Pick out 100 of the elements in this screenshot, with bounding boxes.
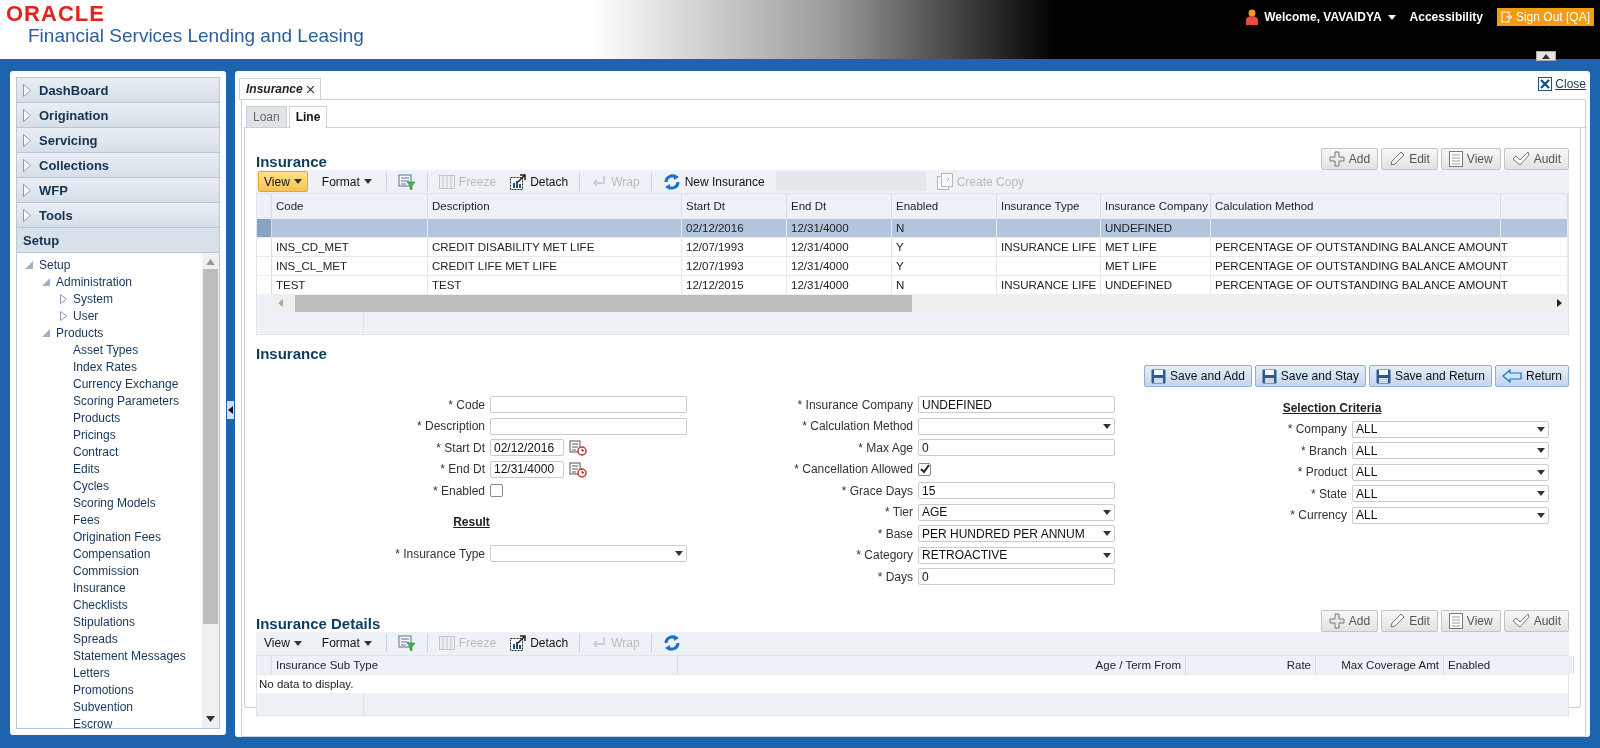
tree-item[interactable]: Statement Messages [73, 648, 186, 663]
tree-item[interactable]: Fees [73, 512, 100, 527]
tree-item[interactable]: Asset Types [73, 342, 139, 357]
tree-item[interactable]: Letters [73, 665, 110, 680]
tree-item[interactable]: Products [56, 325, 104, 340]
dropdown[interactable]: ALL [1352, 506, 1549, 524]
tree-item[interactable]: Currency Exchange [73, 376, 179, 391]
view-button[interactable]: View [1440, 148, 1501, 170]
welcome-menu[interactable]: Welcome, VAVAIDYA [1264, 10, 1382, 24]
tab[interactable]: Loan [246, 106, 287, 127]
return-button[interactable]: Return [1494, 365, 1569, 387]
scroll-right-icon[interactable] [1557, 299, 1562, 307]
add-button[interactable]: Add [1320, 148, 1379, 170]
tree-item[interactable]: System [73, 291, 113, 306]
tree-item[interactable]: Scoring Models [73, 495, 156, 510]
tree-item[interactable]: Setup [39, 257, 71, 272]
vertical-scrollbar[interactable] [202, 253, 219, 728]
accordion-header[interactable]: Setup [16, 228, 220, 253]
tree-item[interactable]: Index Rates [73, 359, 138, 374]
date-field[interactable]: 12/31/4000 [490, 460, 564, 478]
accordion-header[interactable]: WFP [16, 178, 220, 203]
accordion-header[interactable]: Collections [16, 153, 220, 178]
tree-item[interactable]: Commission [73, 563, 139, 578]
row-selector[interactable] [257, 219, 272, 237]
audit-button[interactable]: Audit [1503, 148, 1569, 170]
checkbox[interactable] [918, 462, 931, 476]
collapsed-triangle-icon[interactable] [59, 310, 67, 321]
dropdown[interactable]: ALL [1352, 485, 1549, 503]
tree-item[interactable]: Promotions [73, 682, 134, 697]
input-field[interactable]: 0 [918, 439, 1115, 457]
input-field[interactable]: 0 [918, 568, 1115, 586]
close-link[interactable]: Close [1538, 77, 1586, 91]
dropdown[interactable]: ALL [1352, 420, 1549, 438]
accordion-header[interactable]: DashBoard [16, 77, 220, 103]
collapsed-triangle-icon[interactable] [59, 293, 67, 304]
toolbar-button[interactable]: Detach [507, 173, 572, 190]
expanded-triangle-icon[interactable] [25, 260, 33, 269]
menu-button[interactable]: Format [315, 171, 378, 192]
menu-button[interactable]: Format [315, 632, 378, 654]
collapse-handle[interactable] [1536, 51, 1556, 61]
tree-item[interactable]: Administration [56, 274, 133, 289]
edit-button[interactable]: Edit [1381, 148, 1438, 170]
dropdown[interactable]: ALL [1352, 463, 1549, 481]
dropdown[interactable]: ALL [1352, 442, 1549, 460]
collapse-handle[interactable] [227, 400, 234, 419]
dropdown[interactable]: AGE [918, 503, 1115, 521]
scroll-down-icon[interactable] [206, 716, 215, 722]
checkbox[interactable] [490, 484, 503, 498]
save-button[interactable]: Save and Add [1144, 365, 1252, 387]
dropdown[interactable] [918, 417, 1115, 435]
audit-button[interactable]: Audit [1503, 609, 1569, 632]
tree-item[interactable]: Edits [73, 461, 100, 476]
accordion-header[interactable]: Origination [16, 103, 220, 128]
add-button[interactable]: Add [1320, 609, 1379, 632]
scroll-up-icon[interactable] [206, 259, 215, 265]
dropdown[interactable] [490, 545, 687, 563]
tree-item[interactable]: Contract [73, 444, 119, 459]
accessibility-link[interactable]: Accessibility [1409, 10, 1483, 24]
tree-item[interactable]: Spreads [73, 631, 118, 646]
input-field[interactable] [490, 417, 687, 435]
tree-item[interactable]: Checklists [73, 597, 128, 612]
tree-item[interactable]: User [73, 308, 99, 323]
horizontal-scrollbar[interactable] [272, 294, 1568, 312]
save-button[interactable]: Save and Stay [1254, 365, 1366, 387]
tree-item[interactable]: Cycles [73, 478, 109, 493]
expanded-triangle-icon[interactable] [42, 277, 50, 286]
tree-item[interactable]: Scoring Parameters [73, 393, 180, 408]
table-row[interactable]: INS_CD_MET CREDIT DISABILITY MET LIFE 12/07/1993 12/31/4000 Y INSURANCE LIFE MET LIFE PERCENTAGE OF OUTSTANDING BALANCE AMOUNT [257, 237, 1568, 256]
tree-item[interactable]: Compensation [73, 546, 151, 561]
calendar-icon[interactable] [569, 460, 587, 478]
dropdown[interactable]: RETROACTIVE [918, 546, 1115, 564]
input-field[interactable] [490, 396, 687, 414]
expanded-triangle-icon[interactable] [42, 328, 50, 337]
toolbar-button[interactable]: New Insurance [659, 172, 768, 191]
close-icon[interactable] [306, 85, 314, 93]
menu-button[interactable]: View [258, 632, 308, 654]
calendar-icon[interactable] [569, 439, 587, 457]
tree-item[interactable]: Products [73, 410, 121, 425]
accordion-header[interactable]: Tools [16, 203, 220, 228]
input-field[interactable]: 15 [918, 482, 1115, 500]
table-row[interactable]: TEST TEST 12/12/2015 12/31/4000 N INSURANCE LIFE UNDEFINED PERCENTAGE OF OUTSTANDING BALANCE AMOUNT [257, 275, 1568, 294]
tree-item[interactable]: Pricings [73, 427, 116, 442]
table-row[interactable]: 02/12/2016 12/31/4000 N UNDEFINED [257, 218, 1568, 237]
menu-button[interactable]: View [258, 171, 308, 192]
accordion-header[interactable]: Servicing [16, 128, 220, 153]
input-field[interactable]: UNDEFINED [918, 396, 1115, 414]
page-tab[interactable]: Insurance [239, 78, 321, 99]
view-button[interactable]: View [1440, 609, 1501, 632]
date-field[interactable]: 02/12/2016 [490, 439, 564, 457]
tree-item[interactable]: Insurance [73, 580, 126, 595]
tree-item[interactable]: Origination Fees [73, 529, 162, 544]
edit-button[interactable]: Edit [1381, 609, 1438, 632]
tree-item[interactable]: Escrow [73, 716, 113, 728]
scroll-left-icon[interactable] [278, 299, 283, 307]
tab[interactable]: Line [288, 106, 328, 128]
dropdown[interactable]: PER HUNDRED PER ANNUM [918, 525, 1115, 543]
save-button[interactable]: Save and Return [1368, 365, 1492, 387]
table-row[interactable]: INS_CL_MET CREDIT LIFE MET LIFE 12/07/1993 12/31/4000 Y MET LIFE PERCENTAGE OF OUTSTANDING BALANCE AMOUNT [257, 256, 1568, 275]
tree-item[interactable]: Subvention [73, 699, 134, 714]
toolbar-button[interactable]: Detach [507, 635, 572, 651]
